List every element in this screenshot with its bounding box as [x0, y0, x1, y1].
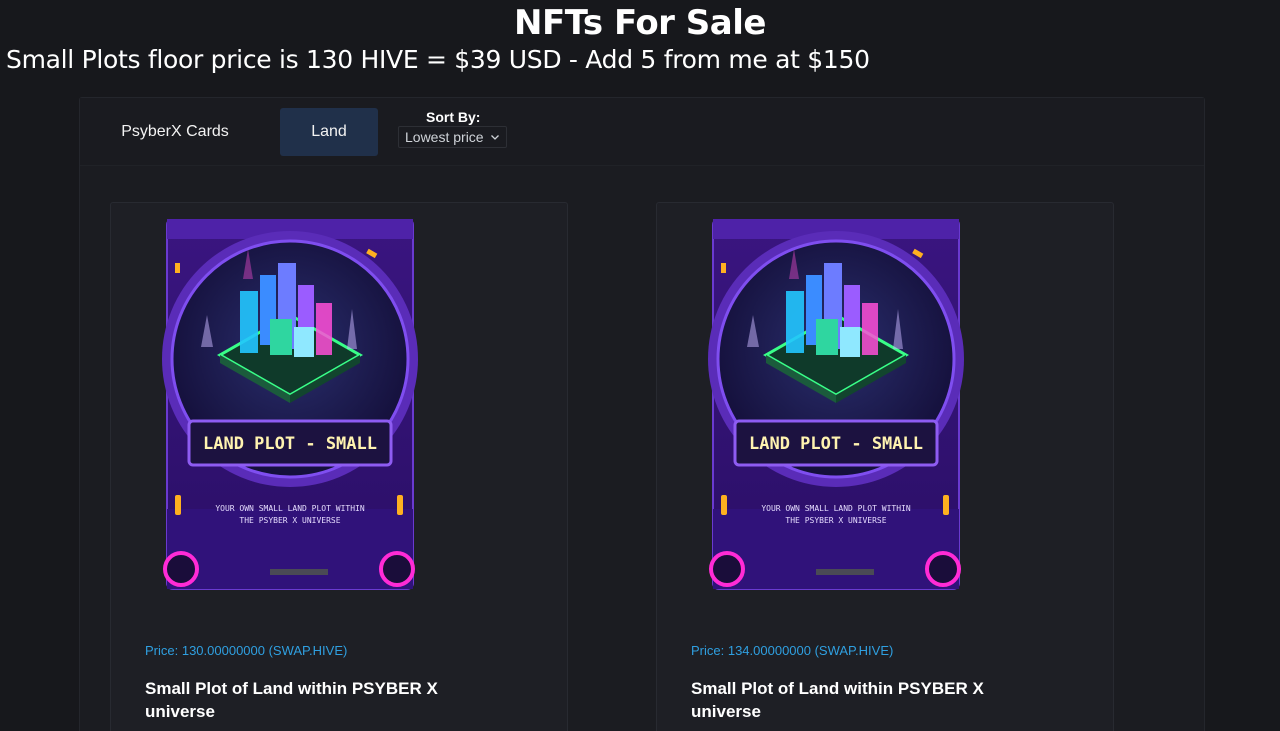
- sort-select[interactable]: Lowest price: [398, 126, 507, 148]
- tab-psyberx-cards[interactable]: PsyberX Cards: [90, 108, 260, 156]
- listing-title[interactable]: Small Plot of Land within PSYBER X unive…: [691, 677, 1021, 723]
- filter-bar: PsyberX Cards Land Sort By: Lowest price: [80, 98, 1204, 166]
- nft-listing-card[interactable]: LAND PLOT - SMALL YOUR OWN SMALL LAND PL…: [110, 202, 568, 731]
- tab-land[interactable]: Land: [280, 108, 378, 156]
- sort-by-label: Sort By:: [426, 109, 481, 125]
- listing-title[interactable]: Small Plot of Land within PSYBER X unive…: [145, 677, 475, 723]
- nft-image-caption-line1: YOUR OWN SMALL LAND PLOT WITHIN: [761, 504, 910, 513]
- nft-image-banner: LAND PLOT - SMALL: [749, 434, 923, 454]
- nft-image-land-plot[interactable]: LAND PLOT - SMALL YOUR OWN SMALL LAND PL…: [693, 219, 977, 599]
- page-subtitle: Small Plots floor price is 130 HIVE = $3…: [6, 45, 870, 74]
- listing-price: Price: 130.00000000 (SWAP.HIVE): [145, 643, 348, 658]
- nft-image-caption-line1: YOUR OWN SMALL LAND PLOT WITHIN: [215, 504, 364, 513]
- sort-selected-value: Lowest price: [405, 129, 484, 145]
- marketplace-panel: PsyberX Cards Land Sort By: Lowest price: [79, 97, 1205, 731]
- page-title: NFTs For Sale: [514, 3, 766, 43]
- nft-image-caption-line2: THE PSYBER X UNIVERSE: [239, 516, 340, 525]
- nft-listing-card[interactable]: LAND PLOT - SMALL YOUR OWN SMALL LAND PL…: [656, 202, 1114, 731]
- listing-price: Price: 134.00000000 (SWAP.HIVE): [691, 643, 894, 658]
- nft-image-banner: LAND PLOT - SMALL: [203, 434, 377, 454]
- chevron-down-icon: [490, 135, 499, 140]
- nft-image-land-plot[interactable]: LAND PLOT - SMALL YOUR OWN SMALL LAND PL…: [147, 219, 431, 599]
- nft-image-caption-line2: THE PSYBER X UNIVERSE: [785, 516, 886, 525]
